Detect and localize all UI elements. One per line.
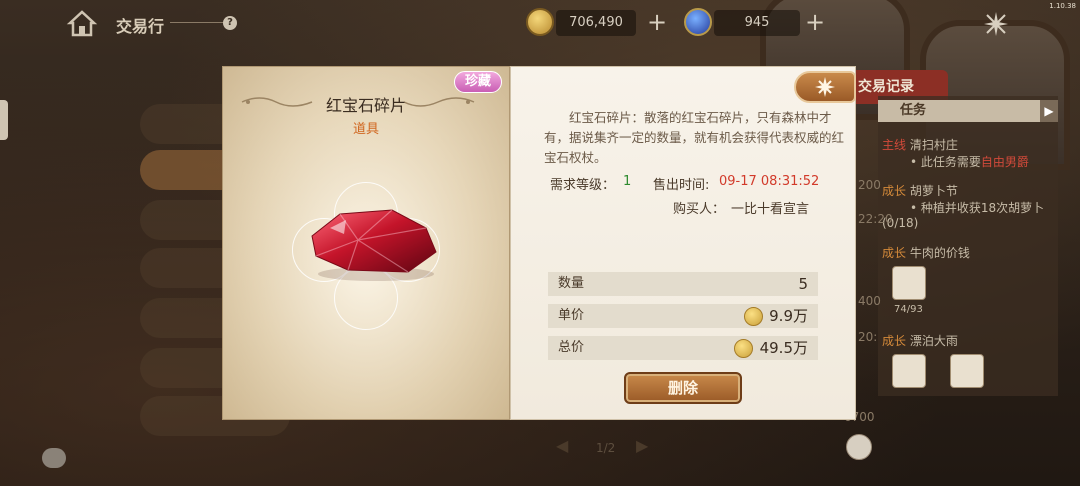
item-description: 红宝石碎片：散落的红宝石碎片，只有森林中才有，据说集齐一定的数量，就有机会获得代… — [544, 110, 845, 165]
home-icon[interactable] — [66, 8, 98, 38]
task-entry[interactable]: 成长 漂泊大雨 — [882, 332, 958, 349]
task-tag: 成长 — [882, 334, 907, 348]
total-price-value: 49.5万 — [759, 339, 808, 357]
background-price: 200 — [858, 178, 881, 192]
delete-button[interactable]: 删除 — [624, 372, 742, 404]
task-tag: 成长 — [882, 246, 907, 260]
task-entry[interactable]: 成长 胡萝卜节 • 种植并收获18次胡萝卜(0/18) — [882, 182, 1058, 230]
unit-price-label: 单价 — [558, 308, 585, 323]
task-detail: 此任务需要 — [920, 155, 981, 169]
blueberry-item-thumbnail[interactable] — [892, 354, 926, 388]
page-indicator: 1/2 — [596, 441, 616, 455]
gold-amount: 706,490 — [556, 10, 636, 36]
gold-coin-icon — [734, 339, 753, 358]
prev-page-arrow-icon[interactable]: ◀ — [556, 436, 568, 460]
rarity-badge: 珍藏 — [454, 71, 502, 93]
version-label: 1.10.38 — [1049, 2, 1076, 10]
soup-item-thumbnail[interactable] — [950, 354, 984, 388]
unit-price-value: 9.9万 — [769, 307, 808, 325]
task-title: 漂泊大雨 — [909, 334, 958, 348]
background-price: 20: — [858, 330, 878, 344]
task-tag: 成长 — [882, 184, 907, 198]
task-title: 清扫村庄 — [909, 138, 958, 152]
page-title: 交易行 — [116, 17, 165, 36]
task-title: 牛肉的价钱 — [909, 246, 970, 260]
quantity-value: 5 — [798, 275, 808, 293]
ruby-fragment-icon — [311, 209, 437, 281]
quantity-label: 数量 — [558, 276, 585, 291]
task-header[interactable]: 任务 — [878, 100, 1058, 122]
sale-time-label: 售出时间: — [653, 178, 710, 193]
task-progress: 74/93 — [894, 304, 923, 315]
quantity-row: 数量 5 — [548, 272, 818, 296]
close-icon — [815, 77, 835, 97]
task-panel: 主线 清扫村庄 • 此任务需要自由男爵 成长 胡萝卜节 • 种植并收获18次胡萝… — [878, 96, 1058, 396]
background-price: 400 — [858, 294, 881, 308]
close-dialog-button[interactable] — [794, 71, 856, 103]
item-type: 道具 — [352, 122, 379, 137]
gem-currency-icon — [684, 8, 712, 36]
sale-time-value: 09-17 08:31:52 — [719, 174, 820, 189]
item-name: 红宝石碎片 — [325, 96, 406, 115]
required-level-value: 1 — [623, 174, 632, 189]
background-price: 22:20 — [858, 212, 893, 226]
top-bar: 交易行 ? 706,490 + 945 + 1.10.38 — [0, 0, 1080, 46]
title-underline — [170, 22, 226, 23]
buyer-label: 购买人： — [673, 202, 726, 217]
trash-icon[interactable] — [846, 434, 872, 460]
buyer-name: 一比十看宣言 — [731, 202, 810, 217]
help-icon[interactable]: ? — [223, 16, 237, 30]
task-tag: 主线 — [882, 138, 907, 152]
task-expand-arrow-icon[interactable]: ▶ — [1040, 100, 1058, 122]
gem-amount: 945 — [714, 10, 800, 36]
task-entry[interactable]: 主线 清扫村庄 • 此任务需要自由男爵 — [882, 136, 1029, 170]
total-price-row: 总价 49.5万 — [548, 336, 818, 360]
left-edge-tab[interactable] — [0, 100, 8, 140]
total-price-label: 总价 — [558, 340, 585, 355]
task-entry[interactable]: 成长 牛肉的价钱 — [882, 244, 970, 261]
close-icon[interactable] — [982, 10, 1010, 38]
next-page-arrow-icon[interactable]: ▶ — [636, 436, 648, 460]
add-gold-plus-icon[interactable]: + — [647, 10, 667, 34]
unit-price-row: 单价 9.9万 — [548, 304, 818, 328]
beef-item-thumbnail[interactable] — [892, 266, 926, 300]
chat-icon[interactable] — [42, 448, 66, 468]
task-detail-link: 自由男爵 — [980, 155, 1029, 169]
gold-coin-icon — [744, 307, 763, 326]
task-title: 胡萝卜节 — [909, 184, 958, 198]
required-level-label: 需求等级： — [550, 178, 616, 193]
gold-coin-icon — [526, 8, 554, 36]
add-gems-plus-icon[interactable]: + — [805, 10, 825, 34]
